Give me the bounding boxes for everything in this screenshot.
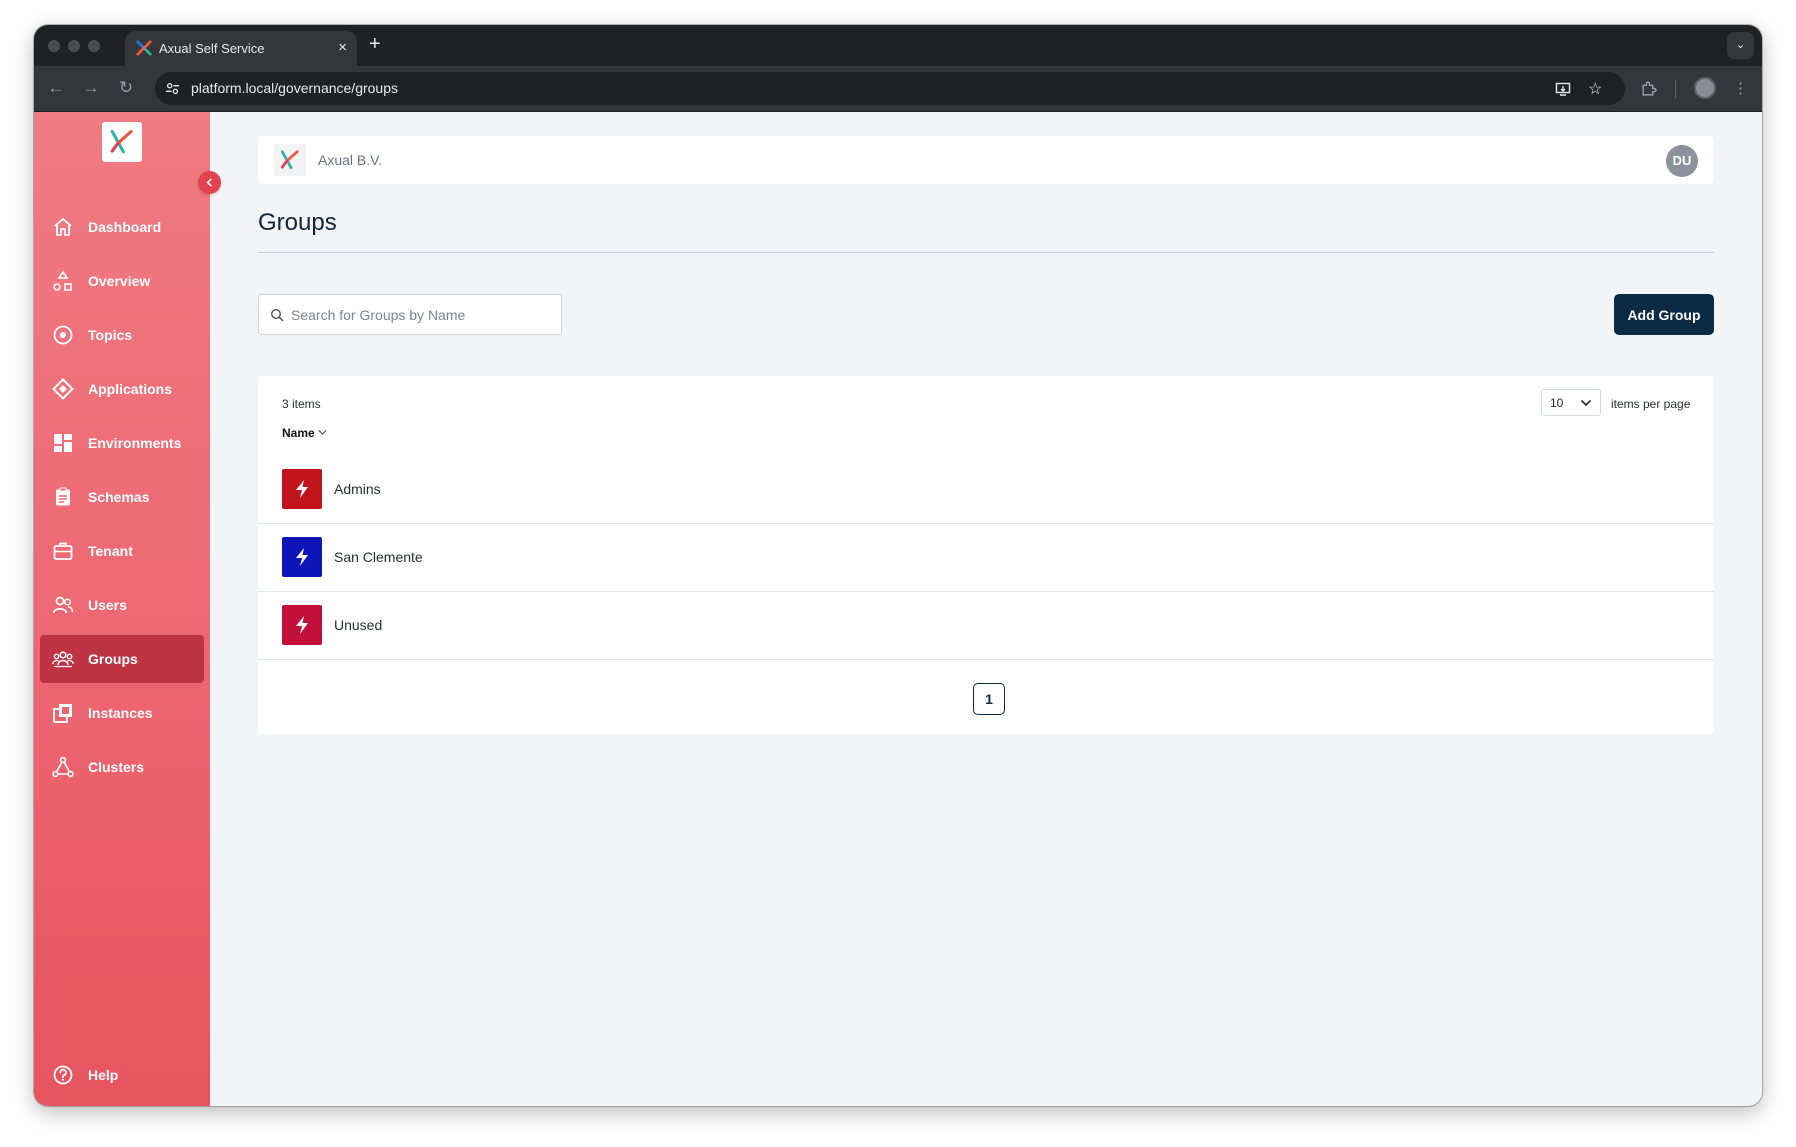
org-header: Axual B.V. DU xyxy=(258,136,1714,184)
browser-window: Axual Self Service × + ⌄ ← → ↻ platform.… xyxy=(34,25,1762,1106)
sidebar-item-label: Overview xyxy=(88,273,151,289)
profile-avatar[interactable] xyxy=(1694,77,1716,99)
search-icon xyxy=(270,308,284,322)
group-name: San Clemente xyxy=(334,549,423,565)
instances-icon xyxy=(53,704,72,723)
items-count: 3 items xyxy=(282,397,321,411)
reload-icon[interactable]: ↻ xyxy=(116,78,136,98)
axual-logo-icon xyxy=(280,150,299,170)
bookmark-star-icon[interactable]: ☆ xyxy=(1588,79,1602,99)
title-divider xyxy=(258,252,1714,253)
sidebar-item-schemas[interactable]: Schemas xyxy=(40,473,204,521)
group-badge xyxy=(282,605,322,645)
org-logo xyxy=(274,144,306,176)
sidebar-item-dashboard[interactable]: Dashboard xyxy=(40,203,204,251)
page-title: Groups xyxy=(258,209,337,236)
help-icon xyxy=(53,1065,73,1085)
sidebar-item-label: Schemas xyxy=(88,489,150,505)
sidebar-item-label: Environments xyxy=(88,435,182,451)
sidebar-item-label: Users xyxy=(88,597,127,613)
browser-tab-bar: Axual Self Service × + ⌄ xyxy=(34,25,1762,66)
forward-icon[interactable]: → xyxy=(81,78,101,98)
chevron-left-icon xyxy=(206,178,212,187)
pagination-page-1[interactable]: 1 xyxy=(973,683,1005,715)
sidebar-item-label: Tenant xyxy=(88,543,133,559)
window-close-dot[interactable] xyxy=(48,40,60,52)
toolbar-divider xyxy=(1675,80,1676,98)
search-field[interactable] xyxy=(258,294,562,335)
lightning-icon xyxy=(296,616,308,634)
back-icon[interactable]: ← xyxy=(46,78,66,98)
items-per-page-select[interactable]: 10 xyxy=(1541,389,1601,416)
app-root: Dashboard Overview Topics Applications E… xyxy=(34,112,1762,1106)
clusters-icon xyxy=(52,756,74,778)
groups-table-panel: 3 items 10 items per page Name Admins Sa… xyxy=(258,376,1714,734)
browser-toolbar: ← → ↻ platform.local/governance/groups ☆… xyxy=(34,66,1762,112)
group-badge xyxy=(282,537,322,577)
main-content: Axual B.V. DU Groups Add Group 3 items 1… xyxy=(210,112,1762,1106)
tenant-icon xyxy=(53,542,73,560)
browser-menu-icon[interactable]: ⋮ xyxy=(1733,79,1748,97)
groups-icon xyxy=(52,651,74,668)
axual-favicon-icon xyxy=(136,40,152,56)
url-text: platform.local/governance/groups xyxy=(191,80,399,96)
group-badge xyxy=(282,469,322,509)
items-per-page-value: 10 xyxy=(1550,396,1564,410)
sidebar-item-label: Dashboard xyxy=(88,219,162,235)
new-tab-icon[interactable]: + xyxy=(369,33,381,56)
window-minimize-dot[interactable] xyxy=(68,40,80,52)
user-avatar[interactable]: DU xyxy=(1666,145,1698,177)
lightning-icon xyxy=(296,548,308,566)
topics-icon xyxy=(53,325,73,345)
chevron-down-icon xyxy=(1581,400,1591,407)
schemas-icon xyxy=(56,487,70,506)
table-row[interactable]: Unused xyxy=(258,592,1714,660)
search-input[interactable] xyxy=(291,304,553,326)
sidebar-item-groups[interactable]: Groups xyxy=(40,635,204,683)
sidebar-item-users[interactable]: Users xyxy=(40,581,204,629)
lightning-icon xyxy=(296,480,308,498)
tab-search-chevron-icon[interactable]: ⌄ xyxy=(1727,32,1754,59)
sidebar: Dashboard Overview Topics Applications E… xyxy=(34,112,210,1106)
items-per-page-label: items per page xyxy=(1611,397,1691,411)
sidebar-item-overview[interactable]: Overview xyxy=(40,257,204,305)
axual-logo[interactable] xyxy=(102,122,142,162)
browser-tab[interactable]: Axual Self Service × xyxy=(125,31,357,66)
site-settings-icon[interactable] xyxy=(165,81,180,96)
table-row[interactable]: San Clemente xyxy=(258,524,1714,592)
address-bar[interactable]: platform.local/governance/groups ☆ xyxy=(155,72,1625,105)
sidebar-item-label: Groups xyxy=(88,651,138,667)
sidebar-item-label: Instances xyxy=(88,705,153,721)
org-name: Axual B.V. xyxy=(318,152,383,168)
cast-icon[interactable] xyxy=(1555,81,1571,97)
column-header-name[interactable]: Name xyxy=(282,426,315,440)
sidebar-item-applications[interactable]: Applications xyxy=(40,365,204,413)
sidebar-item-instances[interactable]: Instances xyxy=(40,689,204,737)
sidebar-collapse-button[interactable] xyxy=(198,171,221,194)
sort-chevron-down-icon[interactable] xyxy=(318,428,327,437)
extensions-icon[interactable] xyxy=(1640,80,1657,97)
table-row[interactable]: Admins xyxy=(258,456,1714,524)
sidebar-item-tenant[interactable]: Tenant xyxy=(40,527,204,575)
sidebar-item-help[interactable]: Help xyxy=(40,1051,204,1099)
sidebar-item-label: Applications xyxy=(88,381,173,397)
add-group-button[interactable]: Add Group xyxy=(1614,294,1714,335)
sidebar-item-topics[interactable]: Topics xyxy=(40,311,204,359)
home-icon xyxy=(54,218,72,236)
group-name: Admins xyxy=(334,481,381,497)
sidebar-item-clusters[interactable]: Clusters xyxy=(40,743,204,791)
group-name: Unused xyxy=(334,617,383,633)
applications-icon xyxy=(52,378,74,400)
sidebar-item-environments[interactable]: Environments xyxy=(40,419,204,467)
sidebar-item-label: Clusters xyxy=(88,759,145,775)
sidebar-item-label: Topics xyxy=(88,327,133,343)
overview-icon xyxy=(53,270,72,291)
users-icon xyxy=(52,596,74,614)
tab-title: Axual Self Service xyxy=(159,41,265,56)
environments-icon xyxy=(54,434,72,452)
tab-close-icon[interactable]: × xyxy=(338,39,347,56)
sidebar-item-label: Help xyxy=(88,1067,119,1083)
window-maximize-dot[interactable] xyxy=(88,40,100,52)
axual-logo-icon xyxy=(110,129,133,154)
